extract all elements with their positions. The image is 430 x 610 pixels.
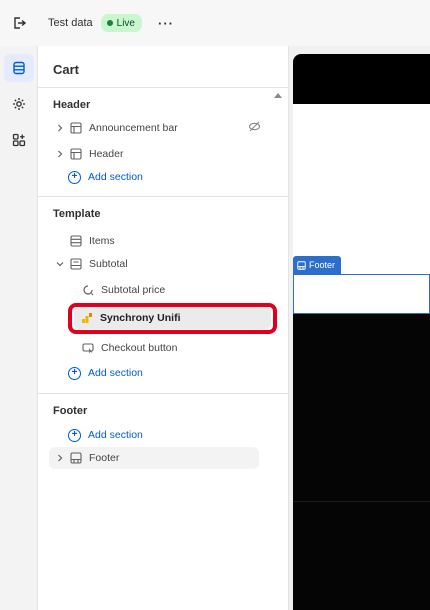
section-layout-icon: [69, 147, 83, 161]
status-badge: Live: [100, 14, 142, 32]
divider: [293, 501, 430, 502]
block-label: Subtotal price: [101, 284, 166, 296]
preview-footer-tag-label: Footer: [309, 260, 336, 270]
preview-footer-area[interactable]: [293, 314, 430, 610]
exit-icon: [14, 17, 26, 29]
add-section-label: Add section: [88, 367, 143, 379]
sections-panel: Cart Header Announcement bar Header + Ad…: [38, 46, 289, 610]
block-button-icon: [81, 341, 95, 355]
gear-icon: [13, 98, 25, 110]
section-footer-icon: [69, 451, 83, 465]
section-items-icon: [69, 234, 83, 248]
block-label: Checkout button: [101, 342, 178, 354]
store-name[interactable]: Test data: [48, 17, 93, 29]
section-label: Items: [89, 235, 115, 247]
rail-apps-button[interactable]: [4, 126, 34, 154]
section-label: Header: [89, 148, 124, 160]
header-group-title: Header: [53, 99, 91, 111]
chevron-right-icon[interactable]: [53, 150, 67, 158]
section-items[interactable]: Items: [53, 230, 261, 252]
add-section-label: Add section: [88, 171, 143, 183]
block-checkout-button[interactable]: Checkout button: [81, 337, 261, 359]
plus-circle-icon: +: [68, 170, 81, 184]
eye-off-icon[interactable]: [248, 120, 261, 136]
preview-footer-outline[interactable]: [293, 274, 430, 314]
apps-icon: [12, 133, 26, 147]
divider: [38, 87, 289, 88]
preview-canvas[interactable]: Footer: [289, 46, 430, 610]
sections-icon: [13, 61, 25, 75]
block-price-icon: [81, 283, 95, 297]
section-subtotal[interactable]: Subtotal: [53, 253, 261, 275]
template-group-title: Template: [53, 208, 101, 220]
section-footer-icon: [297, 260, 306, 270]
more-actions-button[interactable]: ···: [158, 16, 174, 31]
add-section-header-button[interactable]: + Add section: [68, 166, 258, 188]
preview-header-area[interactable]: [293, 54, 430, 104]
exit-button[interactable]: [0, 0, 38, 46]
block-subtotal-price[interactable]: Subtotal price: [81, 279, 261, 301]
add-section-template-button[interactable]: + Add section: [68, 362, 258, 384]
section-header[interactable]: Header: [53, 143, 261, 165]
status-badge-label: Live: [116, 17, 135, 29]
footer-group-title: Footer: [53, 405, 88, 417]
section-label: Subtotal: [89, 258, 128, 270]
section-subtotal-icon: [69, 257, 83, 271]
section-label: Footer: [89, 452, 120, 464]
section-announcement-bar[interactable]: Announcement bar: [53, 117, 261, 139]
top-bar: Test data Live ···: [0, 0, 430, 46]
rail-theme-settings-button[interactable]: [4, 90, 34, 118]
section-label: Announcement bar: [89, 122, 178, 134]
page-title: Cart: [53, 62, 80, 77]
scroll-up-arrow-icon[interactable]: [274, 93, 282, 98]
plus-circle-icon: +: [68, 428, 81, 442]
divider: [38, 196, 289, 197]
chevron-down-icon[interactable]: [53, 260, 67, 268]
chevron-right-icon[interactable]: [53, 454, 67, 462]
add-section-label: Add section: [88, 429, 143, 441]
preview-footer-tag[interactable]: Footer: [293, 256, 342, 274]
icon-rail: [0, 46, 38, 610]
highlight-annotation: [68, 303, 277, 334]
add-section-footer-button[interactable]: + Add section: [68, 424, 258, 446]
preview-content-area[interactable]: [293, 104, 430, 274]
chevron-right-icon[interactable]: [53, 124, 67, 132]
plus-circle-icon: +: [68, 366, 81, 380]
status-dot-icon: [106, 20, 113, 26]
rail-sections-button[interactable]: [4, 54, 34, 82]
section-footer[interactable]: Footer: [49, 447, 259, 469]
divider: [38, 393, 289, 394]
section-layout-icon: [69, 121, 83, 135]
